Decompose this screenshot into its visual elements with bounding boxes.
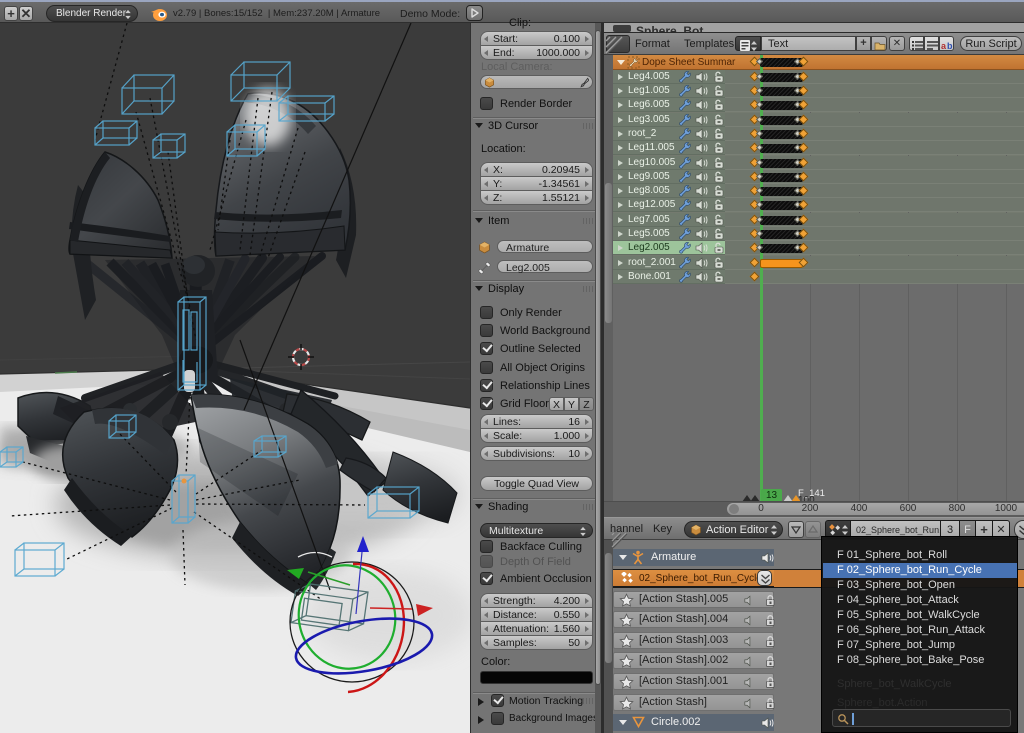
- svg-text:b: b: [947, 41, 953, 51]
